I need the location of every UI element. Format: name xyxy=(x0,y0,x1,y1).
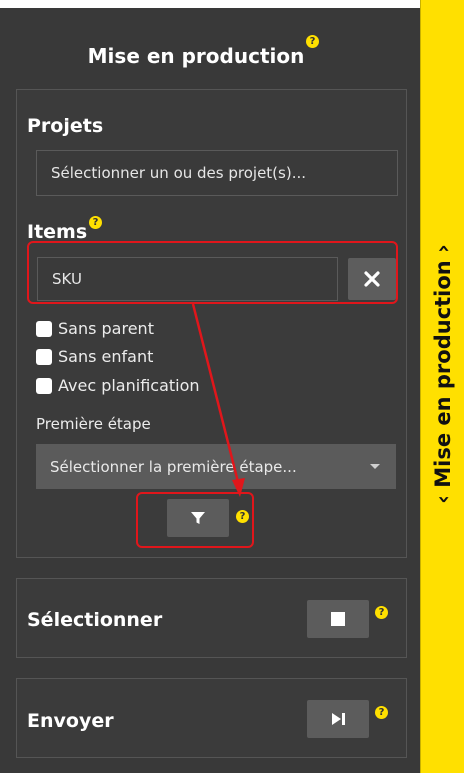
annotation-arrow xyxy=(191,303,245,497)
